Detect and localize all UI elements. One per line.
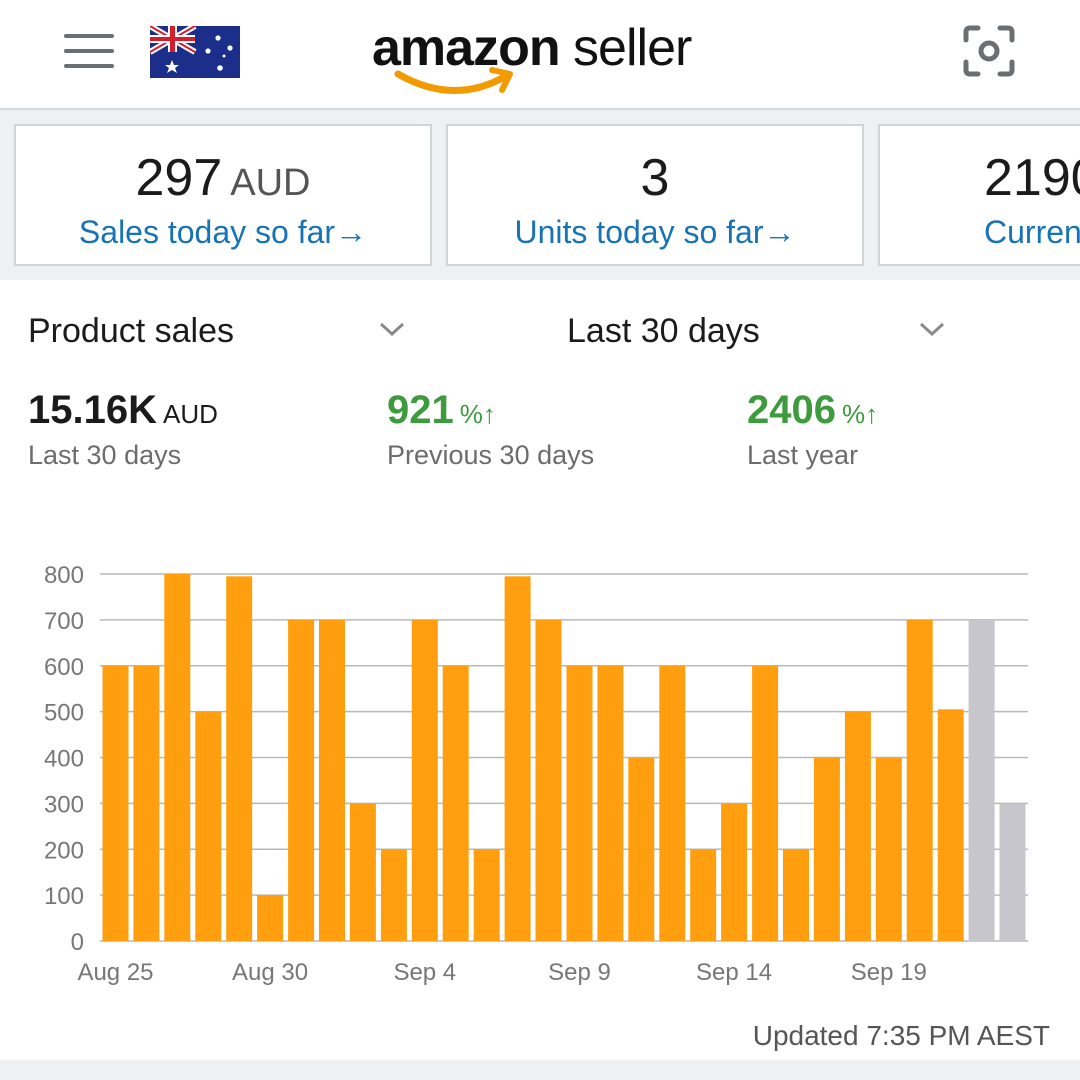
last-year-change: 2406 %↑ xyxy=(747,388,879,432)
bar xyxy=(937,709,964,941)
x-tick-label: Sep 14 xyxy=(696,959,772,986)
y-tick-label: 200 xyxy=(44,837,84,864)
current-balance-link[interactable]: Current b xyxy=(984,214,1080,251)
bar xyxy=(659,665,686,942)
bar xyxy=(102,665,129,942)
bar xyxy=(535,619,562,941)
bar xyxy=(133,665,160,942)
bar xyxy=(813,757,840,941)
sales-today-unit: AUD xyxy=(230,162,311,204)
bar xyxy=(968,619,995,941)
units-today-value: 3 xyxy=(640,149,670,207)
y-tick-label: 400 xyxy=(44,746,84,773)
y-tick-label: 800 xyxy=(44,562,84,589)
bar xyxy=(721,803,748,941)
metric-dropdown[interactable]: Product sales xyxy=(28,312,234,351)
x-tick-label: Aug 25 xyxy=(77,959,153,986)
total-sales-label: Last 30 days xyxy=(28,440,182,470)
updated-timestamp: Updated 7:35 PM AEST xyxy=(752,1020,1050,1051)
bar xyxy=(906,619,933,941)
bar xyxy=(380,849,407,942)
prev-period-label: Previous 30 days xyxy=(387,440,595,470)
bar xyxy=(257,895,284,941)
current-balance-value: 2190 xyxy=(984,149,1080,207)
y-tick-label: 100 xyxy=(44,883,84,910)
y-tick-label: 300 xyxy=(44,791,84,818)
bar xyxy=(442,665,469,942)
bar xyxy=(566,665,593,942)
bar xyxy=(226,576,253,941)
bar xyxy=(473,849,500,942)
bar xyxy=(597,665,624,942)
current-balance-card[interactable]: 2190 Current b xyxy=(878,124,1080,266)
summary-cards: 297 AUD Sales today so far→ 3 Units today… xyxy=(0,0,1080,280)
bar xyxy=(319,619,345,941)
total-sales-metric: 15.16K AUD xyxy=(28,388,218,432)
chevron-down-icon[interactable] xyxy=(377,318,407,340)
bar xyxy=(783,849,809,942)
bar xyxy=(875,757,902,941)
bar xyxy=(628,757,655,941)
bar xyxy=(999,803,1026,941)
y-tick-label: 600 xyxy=(44,654,84,681)
units-today-link[interactable]: Units today so far→ xyxy=(448,214,862,251)
x-tick-label: Sep 9 xyxy=(548,959,611,986)
bar xyxy=(195,711,222,941)
units-today-card[interactable]: 3 Units today so far→ xyxy=(446,124,864,266)
x-tick-label: Aug 30 xyxy=(232,959,308,986)
last-year-label: Last year xyxy=(747,440,859,470)
y-tick-label: 700 xyxy=(44,608,84,635)
sales-today-card[interactable]: 297 AUD Sales today so far→ xyxy=(14,124,432,266)
bar xyxy=(349,803,376,941)
sales-today-link[interactable]: Sales today so far→ xyxy=(16,214,430,251)
bar xyxy=(752,665,779,942)
chevron-down-icon[interactable] xyxy=(917,318,947,340)
prev-period-change: 921 %↑ xyxy=(387,388,496,432)
bar xyxy=(411,619,438,941)
y-tick-label: 500 xyxy=(44,700,84,727)
bottom-strip xyxy=(0,1062,1080,1080)
bar xyxy=(164,574,191,941)
bar xyxy=(504,576,531,941)
sales-bar-chart: 0 100 200 300 400 500 600 700 800 Aug 25 Aug 30 Sep… xyxy=(44,562,1028,986)
sales-today-value: 297 AUD xyxy=(135,149,311,207)
x-tick-label: Sep 19 xyxy=(851,959,927,986)
x-tick-label: Sep 4 xyxy=(393,959,456,986)
y-tick-label: 0 xyxy=(71,929,84,956)
bar xyxy=(288,619,315,941)
bar xyxy=(844,711,871,941)
range-dropdown[interactable]: Last 30 days xyxy=(567,312,760,351)
bar xyxy=(690,849,717,942)
